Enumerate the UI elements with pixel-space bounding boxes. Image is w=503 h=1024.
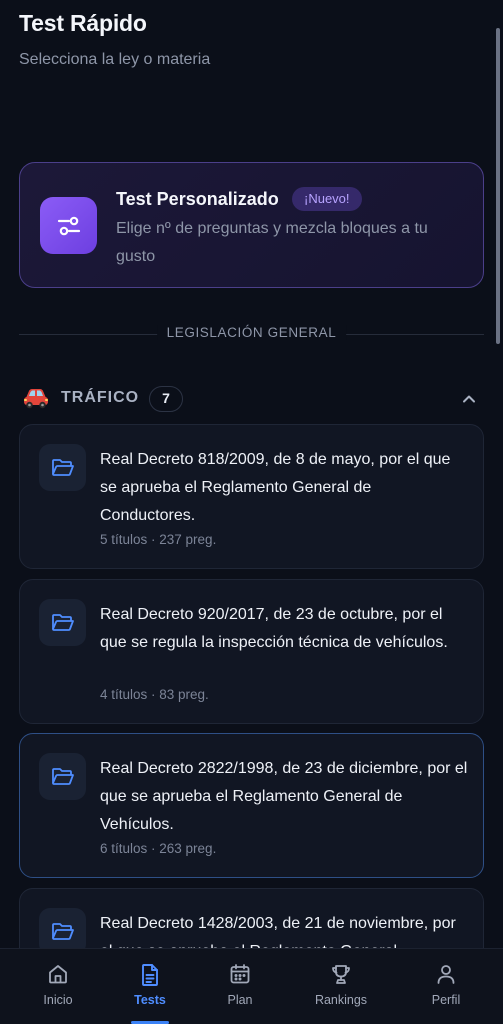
document-icon [142,964,158,986]
bottom-tab-bar: Inicio Tests Plan Rankings Perfil [0,948,503,1024]
divider-label: LEGISLACIÓN GENERAL [156,325,347,340]
law-title: Real Decreto 920/2017, de 23 de octubre,… [100,606,448,651]
law-meta: 5 títulos · 237 preg. [100,532,217,547]
section-count-badge: 7 [149,386,183,412]
tab-label: Rankings [314,993,368,1007]
custom-test-description: Elige nº de preguntas y mezcla bloques a… [116,220,428,265]
user-icon [437,965,455,984]
law-card-rd-2822-1998[interactable]: Real Decreto 2822/1998, de 23 de diciemb… [19,733,484,878]
tab-label: Inicio [43,993,73,1007]
folder-icon [39,599,86,646]
tab-rankings[interactable]: Rankings [291,949,391,1024]
tab-tests[interactable]: Tests [100,949,200,1024]
custom-test-card[interactable]: Test Personalizado ¡Nuevo! Elige nº de p… [19,162,484,288]
tab-label: Perfil [431,993,461,1007]
tab-plan[interactable]: Plan [190,949,290,1024]
law-meta: 4 títulos · 83 preg. [100,687,209,702]
section-header-trafico[interactable]: TRÁFICO 7 [22,384,487,414]
tab-label: Plan [227,993,253,1007]
page-subtitle: Selecciona la ley o materia [19,51,211,68]
law-title: Real Decreto 818/2009, de 8 de mayo, por… [100,451,451,524]
home-icon [49,965,67,984]
calendar-icon [230,964,250,984]
sliders-icon [40,197,97,254]
folder-icon [39,444,86,491]
folder-icon [39,753,86,800]
law-card-rd-920-2017[interactable]: Real Decreto 920/2017, de 23 de octubre,… [19,579,484,724]
new-badge: ¡Nuevo! [292,187,362,211]
car-icon [24,389,48,409]
scrollbar-thumb[interactable] [496,28,500,344]
custom-test-title: Test Personalizado [116,189,279,209]
tab-inicio[interactable]: Inicio [8,949,108,1024]
law-card-rd-818-2009[interactable]: Real Decreto 818/2009, de 8 de mayo, por… [19,424,484,569]
chevron-up-icon[interactable] [460,390,478,408]
trophy-icon [332,965,350,984]
page-header: Test Rápido Selecciona la ley o materia [19,10,210,69]
tab-perfil[interactable]: Perfil [396,949,496,1024]
law-title: Real Decreto 2822/1998, de 23 de diciemb… [100,760,468,833]
page-title: Test Rápido [19,10,147,36]
tab-label: Tests [134,993,166,1007]
section-title: TRÁFICO [61,389,140,406]
screen: Test Rápido Selecciona la ley o materia … [0,0,503,1024]
law-meta: 6 títulos · 263 preg. [100,841,217,856]
